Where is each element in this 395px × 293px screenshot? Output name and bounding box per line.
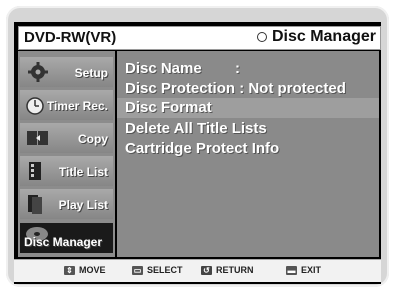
menu-item-label: Disc Name : xyxy=(125,60,241,77)
hint-move: ⇕ MOVE xyxy=(64,265,106,275)
sidebar-item-setup[interactable]: Setup xyxy=(20,57,113,87)
sidebar-item-label: Setup xyxy=(74,66,108,80)
menu-item-cartridge-protect-info[interactable]: Cartridge Protect Info xyxy=(117,139,379,159)
hint-select: ▭ SELECT xyxy=(132,265,183,275)
film-icon xyxy=(29,162,41,180)
ring-icon xyxy=(256,32,267,42)
menu-item-delete-all-title-lists[interactable]: Delete All Title Lists xyxy=(117,119,379,139)
page-title-text: Disc Manager xyxy=(271,28,376,45)
exit-icon: ▬ xyxy=(286,265,297,275)
menu-item-disc-format[interactable]: Disc Format xyxy=(117,98,379,118)
playlist-icon xyxy=(28,195,42,214)
menu-item-disc-name[interactable]: Disc Name : xyxy=(117,59,379,79)
sidebar-item-title-list[interactable]: Title List xyxy=(20,156,113,186)
sidebar-item-play-list[interactable]: Play List xyxy=(20,189,113,219)
menu-panel: Disc Name : Disc Protection : Not protec… xyxy=(117,51,379,257)
sidebar: Setup Timer Rec. Copy Title List Play Li… xyxy=(18,51,115,257)
sidebar-item-label: Timer Rec. xyxy=(46,99,108,113)
header-bar: DVD-RW(VR) Disc Manager xyxy=(18,26,381,50)
menu-item-label: Disc Format xyxy=(125,99,212,116)
sidebar-item-timer-rec[interactable]: Timer Rec. xyxy=(20,90,113,120)
hint-return: ↺ RETURN xyxy=(201,265,254,275)
hint-exit: ▬ EXIT xyxy=(286,265,322,275)
menu-item-label: Cartridge Protect Info xyxy=(125,140,280,157)
sidebar-item-copy[interactable]: Copy xyxy=(20,123,113,153)
sidebar-item-label: Play List xyxy=(58,198,108,212)
enter-icon: ▭ xyxy=(132,265,143,275)
return-icon: ↺ xyxy=(201,265,212,275)
sidebar-item-disc-manager[interactable]: Disc Manager xyxy=(20,223,113,253)
gear-icon xyxy=(28,62,48,82)
disc-mode-label: DVD-RW(VR) xyxy=(24,29,117,46)
copy-icon xyxy=(27,131,48,145)
sidebar-item-label: Copy xyxy=(78,132,108,146)
menu-item-label: Disc Protection : Not protected xyxy=(125,80,346,97)
sidebar-item-label: Title List xyxy=(58,165,108,179)
updown-icon: ⇕ xyxy=(64,265,75,275)
sidebar-item-label: Disc Manager xyxy=(24,235,103,249)
page-title: Disc Manager xyxy=(256,28,376,46)
footer-hints: ⇕ MOVE ▭ SELECT ↺ RETURN ▬ EXIT xyxy=(14,259,381,282)
menu-item-label: Delete All Title Lists xyxy=(125,120,267,137)
menu-item-disc-protection[interactable]: Disc Protection : Not protected xyxy=(117,79,379,99)
